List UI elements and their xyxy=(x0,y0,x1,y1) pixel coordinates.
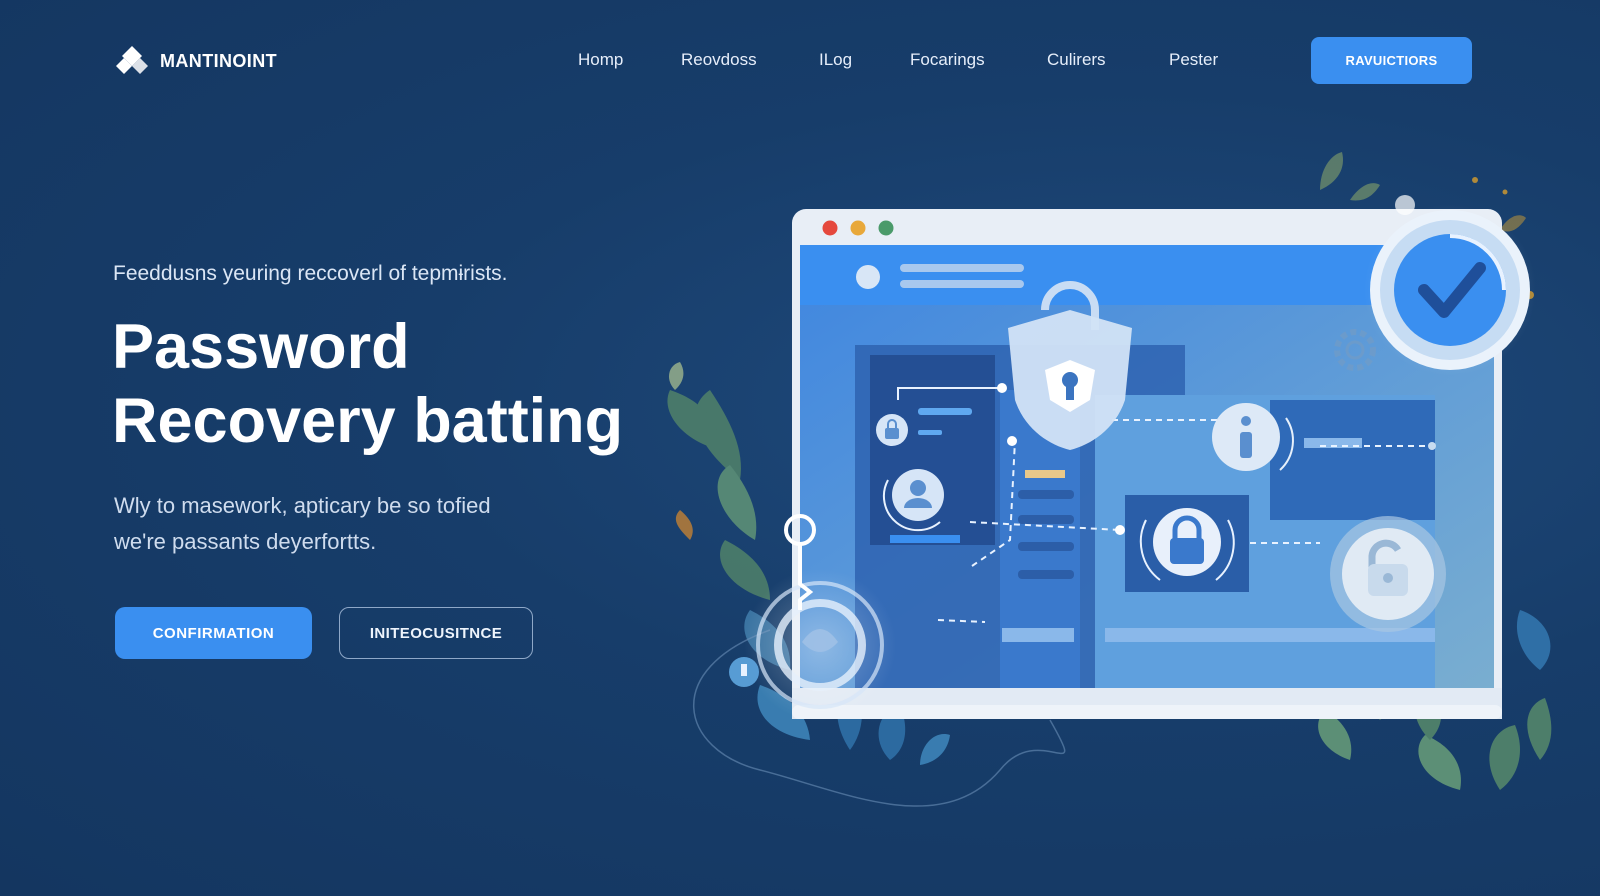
page-title-line-1: Password xyxy=(112,312,410,382)
padlock-icon xyxy=(1125,495,1249,592)
unlock-icon xyxy=(1330,516,1446,632)
window-maximize-dot xyxy=(878,220,894,236)
logo-icon xyxy=(116,46,148,74)
brand-name: MANTINOINT xyxy=(160,50,277,71)
page-title-line-2: Recovery batting xyxy=(112,386,624,456)
brand-logo[interactable]: MANTINOINT xyxy=(112,44,277,78)
header-cta-button[interactable]: RAVUICTIORS xyxy=(1311,37,1472,84)
nav-item-log[interactable]: ILog xyxy=(819,50,852,70)
hero-subtitle-line-2: we're passants deyerfortts. xyxy=(114,529,377,554)
nav-item-pester[interactable]: Pester xyxy=(1169,50,1218,70)
page-title: Password Recovery batting xyxy=(112,310,623,458)
nav-item-resources[interactable]: Reovdoss xyxy=(681,50,757,70)
nav-item-customers[interactable]: Culirers xyxy=(1047,50,1106,70)
hero-subtitle: Wly to masework, apticary be so tofied w… xyxy=(114,488,491,560)
hero-eyebrow: Feeddusns yeuring reccoverl of tepmɨrist… xyxy=(113,262,508,285)
nav-item-features[interactable]: Focarings xyxy=(910,50,985,70)
hero-subtitle-line-1: Wly to masework, apticary be so tofied xyxy=(114,493,491,518)
window-close-dot xyxy=(822,220,838,236)
nav-item-home[interactable]: Homp xyxy=(578,50,623,70)
secondary-button[interactable]: INITEOCUSITNCE xyxy=(339,607,533,659)
hero-illustration xyxy=(620,150,1580,850)
window-minimize-dot xyxy=(850,220,866,236)
site-header: MANTINOINT Homp Reovdoss ILog Focarings … xyxy=(0,0,1600,120)
confirmation-button[interactable]: CONFIRMATION xyxy=(115,607,312,659)
small-lock-icon xyxy=(876,414,908,446)
illustration-svg xyxy=(667,152,1552,807)
